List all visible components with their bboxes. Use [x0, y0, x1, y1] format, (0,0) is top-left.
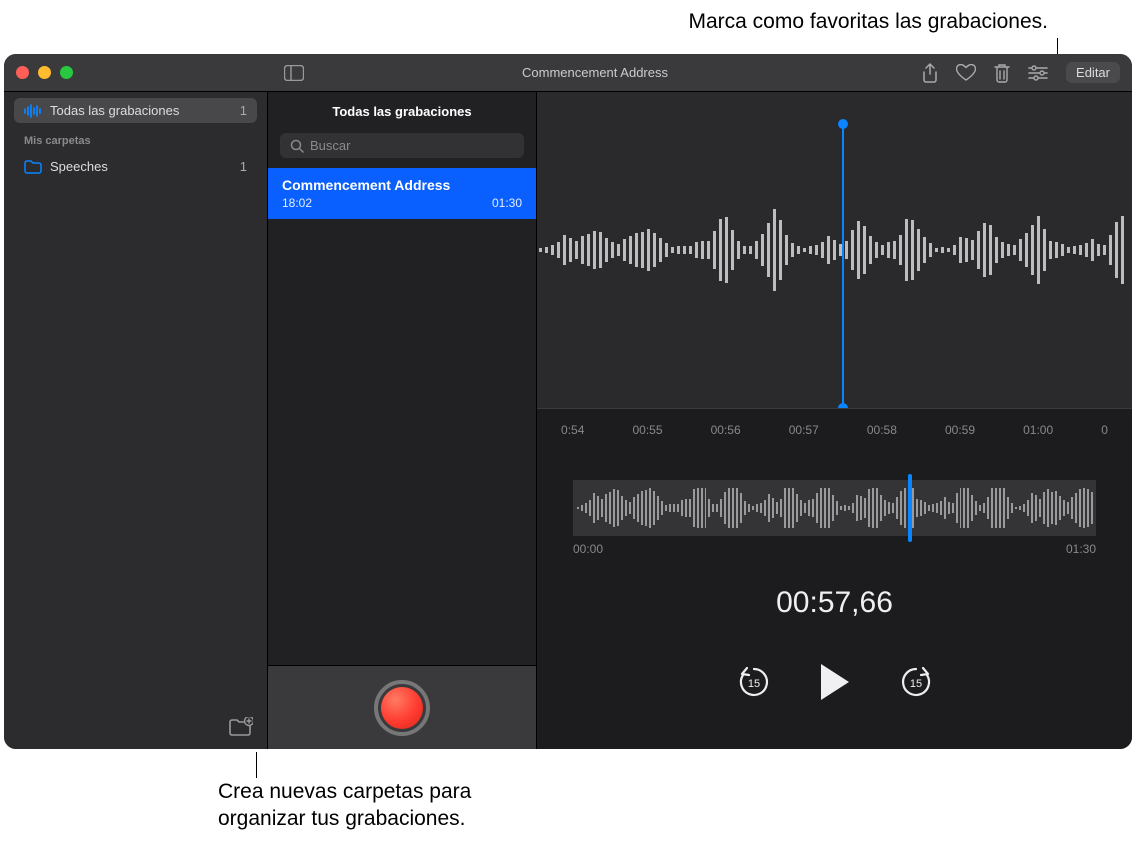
ruler-tick: 00:57 — [789, 423, 819, 437]
list-title: Todas las grabaciones — [268, 92, 536, 129]
skip-value: 15 — [747, 678, 759, 690]
close-window-button[interactable] — [16, 66, 29, 79]
ruler-tick: 00:56 — [711, 423, 741, 437]
sidebar-item-label: Todas las grabaciones — [50, 103, 240, 118]
ruler-tick: 0 — [1101, 423, 1108, 437]
skip-forward-button[interactable]: 15 — [899, 665, 933, 699]
share-button[interactable] — [922, 63, 938, 83]
folder-icon — [24, 160, 42, 174]
titlebar-center: Commencement Address — [268, 65, 922, 80]
callout-folders-l2: organizar tus grabaciones. — [218, 805, 471, 832]
edit-button-label: Editar — [1076, 65, 1110, 80]
recording-duration: 01:30 — [492, 196, 522, 210]
toggle-sidebar-button[interactable] — [284, 65, 304, 81]
skip-value: 15 — [909, 678, 921, 690]
skip-back-button[interactable]: 15 — [737, 665, 771, 699]
recordings-list: Todas las grabaciones Buscar Commencemen… — [268, 92, 537, 749]
callout-line — [256, 752, 257, 778]
sidebar-item-label: Speeches — [50, 159, 240, 174]
waveform-icon — [24, 104, 42, 118]
play-button[interactable] — [817, 662, 853, 702]
transport-controls: 15 15 — [537, 662, 1132, 702]
callout-folders: Crea nuevas carpetas para organizar tus … — [218, 778, 471, 833]
sidebar: Todas las grabaciones 1 Mis carpetas Spe… — [4, 92, 268, 749]
overview-playhead[interactable] — [908, 474, 912, 542]
app-window: Commencement Address Editar — [4, 54, 1132, 749]
sidebar-item-count: 1 — [240, 159, 247, 174]
window-controls — [4, 66, 268, 79]
record-icon — [381, 687, 423, 729]
search-icon — [290, 139, 304, 153]
edit-button[interactable]: Editar — [1066, 62, 1120, 83]
waveform-overview[interactable] — [573, 480, 1096, 536]
new-folder-button[interactable] — [229, 717, 253, 737]
search-placeholder: Buscar — [310, 138, 350, 153]
sidebar-item-count: 1 — [240, 103, 247, 118]
waveform-main[interactable] — [537, 92, 1132, 408]
minimize-window-button[interactable] — [38, 66, 51, 79]
ruler-tick: 01:00 — [1023, 423, 1053, 437]
sidebar-section-header: Mis carpetas — [24, 135, 247, 147]
recording-row[interactable]: Commencement Address 18:02 01:30 — [268, 168, 536, 219]
playhead[interactable] — [842, 124, 844, 408]
time-ruler: 0:54 00:55 00:56 00:57 00:58 00:59 01:00 0 — [537, 408, 1132, 450]
callout-folders-l1: Crea nuevas carpetas para — [218, 778, 471, 805]
overview-end: 01:30 — [1066, 542, 1096, 556]
overview-start: 00:00 — [573, 542, 603, 556]
ruler-tick: 0:54 — [561, 423, 584, 437]
ruler-tick: 00:55 — [633, 423, 663, 437]
zoom-window-button[interactable] — [60, 66, 73, 79]
record-bar — [268, 665, 536, 749]
timecode: 00:57,66 — [537, 586, 1132, 620]
titlebar: Commencement Address Editar — [4, 54, 1132, 92]
sidebar-item-folder[interactable]: Speeches 1 — [14, 154, 257, 179]
sidebar-item-all[interactable]: Todas las grabaciones 1 — [14, 98, 257, 123]
recording-title: Commencement Address — [282, 177, 522, 193]
favorite-button[interactable] — [956, 64, 976, 82]
toolbar-right: Editar — [922, 62, 1132, 83]
ruler-tick: 00:58 — [867, 423, 897, 437]
detail-panel: 0:54 00:55 00:56 00:57 00:58 00:59 01:00 0 00:0… — [537, 92, 1132, 749]
record-button[interactable] — [374, 680, 430, 736]
ruler-tick: 00:59 — [945, 423, 975, 437]
overview-labels: 00:00 01:30 — [573, 542, 1096, 556]
delete-button[interactable] — [994, 63, 1010, 83]
settings-button[interactable] — [1028, 65, 1048, 81]
callout-favorite-text: Marca como favoritas las grabaciones. — [689, 10, 1049, 33]
search-input[interactable]: Buscar — [280, 133, 524, 158]
callout-favorite: Marca como favoritas las grabaciones. — [472, 8, 1048, 35]
window-title: Commencement Address — [522, 65, 668, 80]
recording-time: 18:02 — [282, 196, 312, 210]
